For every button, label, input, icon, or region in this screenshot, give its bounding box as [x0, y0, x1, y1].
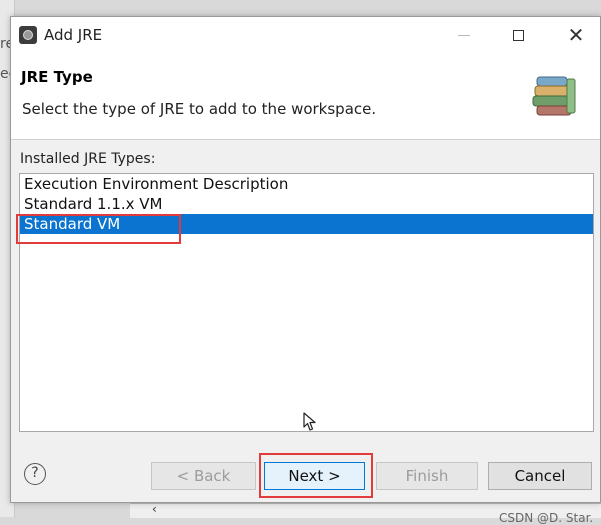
help-icon[interactable]: ?: [24, 463, 46, 485]
back-button[interactable]: < Back: [151, 462, 256, 490]
books-stack-icon: [532, 76, 576, 116]
next-button[interactable]: Next >: [264, 462, 365, 490]
installed-jre-types-label: Installed JRE Types:: [20, 151, 156, 167]
jre-types-list[interactable]: Execution Environment Description Standa…: [19, 173, 594, 432]
chevron-left-icon: ‹: [152, 502, 157, 516]
add-jre-dialog: Add JRE ✕ JRE Type Select the type of JR…: [10, 16, 601, 525]
list-item-selected[interactable]: Standard VM: [20, 214, 593, 234]
list-item[interactable]: Execution Environment Description: [20, 174, 593, 194]
finish-button[interactable]: Finish: [376, 462, 478, 490]
minimize-button[interactable]: [447, 23, 481, 47]
list-item[interactable]: Standard 1.1.x VM: [20, 194, 593, 214]
page-description: Select the type of JRE to add to the wor…: [22, 100, 377, 118]
cancel-button[interactable]: Cancel: [488, 462, 592, 490]
maximize-button[interactable]: [501, 23, 535, 47]
watermark: CSDN @D. Star.: [499, 511, 594, 525]
close-icon: ✕: [567, 23, 585, 47]
close-button[interactable]: ✕: [559, 23, 593, 47]
maximize-icon: [512, 30, 524, 41]
wizard-header: JRE Type Select the type of JRE to add t…: [11, 53, 600, 140]
window-title: Add JRE: [44, 26, 103, 44]
minimize-icon: [458, 35, 470, 36]
title-bar[interactable]: Add JRE ✕: [11, 17, 600, 53]
eclipse-app-icon: [19, 26, 37, 44]
mouse-cursor-icon: [303, 412, 316, 431]
page-title: JRE Type: [21, 68, 93, 86]
